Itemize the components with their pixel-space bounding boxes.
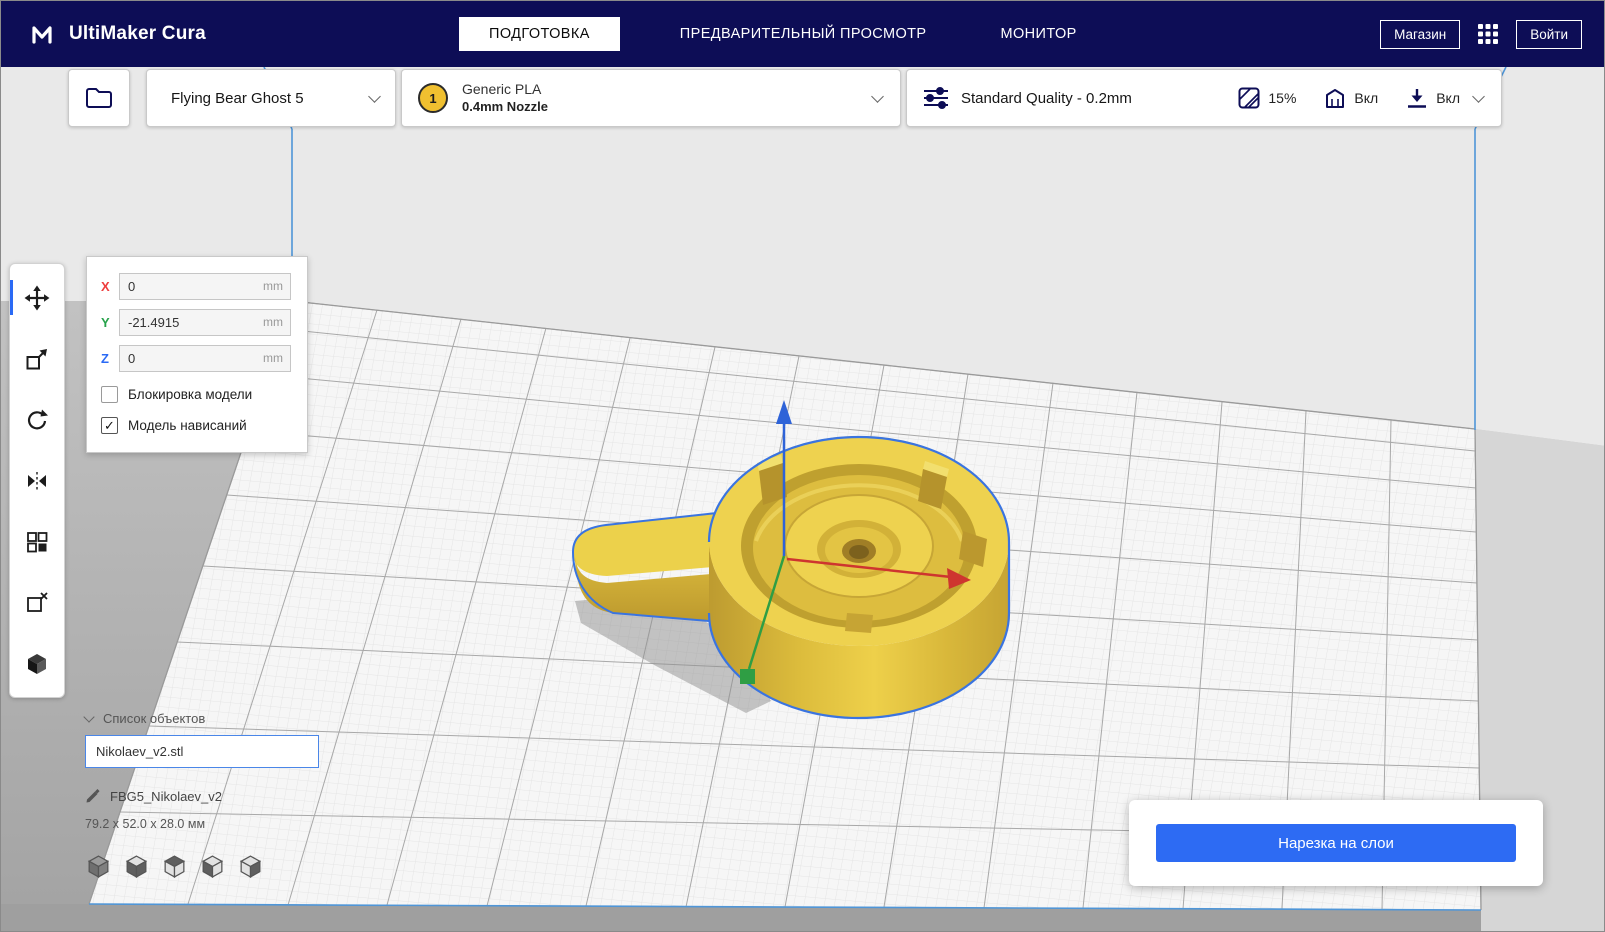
tab-prepare[interactable]: ПОДГОТОВКА xyxy=(459,17,620,51)
view-presets xyxy=(85,853,319,880)
model-dimensions: 79.2 x 52.0 x 28.0 мм xyxy=(85,817,206,831)
y-unit-label: mm xyxy=(263,315,283,329)
view-3d-icon[interactable] xyxy=(85,853,112,880)
app-logo: UltiMaker Cura xyxy=(27,22,206,46)
adhesion-value: Вкл xyxy=(1436,90,1460,106)
pencil-icon xyxy=(86,789,100,803)
header: UltiMaker Cura ПОДГОТОВКА ПРЕДВАРИТЕЛЬНЫ… xyxy=(1,1,1604,67)
adhesion-setting: Вкл xyxy=(1406,87,1460,109)
infill-icon xyxy=(1238,87,1260,109)
move-icon xyxy=(24,285,50,310)
object-list-title: Список объектов xyxy=(103,711,206,726)
profile-label: Standard Quality - 0.2mm xyxy=(961,89,1132,107)
cura-window: UltiMaker Cura ПОДГОТОВКА ПРЕДВАРИТЕЛЬНЫ… xyxy=(0,0,1605,932)
app-title: UltiMaker Cura xyxy=(69,23,206,44)
tool-rotate[interactable] xyxy=(10,389,64,450)
mirror-icon xyxy=(28,471,46,490)
material-info: Generic PLA 0.4mm Nozzle xyxy=(462,81,548,115)
slice-panel: Нарезка на слои xyxy=(1129,800,1543,886)
tab-preview[interactable]: ПРЕДВАРИТЕЛЬНЫЙ ПРОСМОТР xyxy=(666,17,941,51)
slice-button[interactable]: Нарезка на слои xyxy=(1156,824,1516,862)
scale-icon xyxy=(26,348,47,369)
support-blocker-icon xyxy=(27,591,48,612)
lock-model-label: Блокировка модели xyxy=(128,387,253,402)
support-value: Вкл xyxy=(1354,90,1379,106)
view-top-icon[interactable] xyxy=(161,853,188,880)
rotate-icon xyxy=(27,409,48,429)
view-left-icon[interactable] xyxy=(199,853,226,880)
header-right: Магазин Войти xyxy=(1380,1,1582,67)
ultimaker-logo-icon xyxy=(32,26,52,44)
marketplace-button[interactable]: Магазин xyxy=(1380,19,1461,49)
support-icon xyxy=(1326,89,1345,108)
z-axis-row: Z mm xyxy=(101,345,291,372)
x-axis-label: X xyxy=(101,279,110,294)
object-list-item[interactable]: Nikolaev_v2.stl xyxy=(85,735,319,768)
lock-model-row: Блокировка модели xyxy=(101,386,291,403)
tab-monitor[interactable]: МОНИТОР xyxy=(987,17,1091,51)
infill-value: 15% xyxy=(1268,90,1297,106)
tool-move[interactable] xyxy=(10,267,64,328)
collapse-chevron-icon xyxy=(83,711,95,723)
tool-extensions[interactable] xyxy=(10,633,64,694)
tool-mirror[interactable] xyxy=(10,450,64,511)
chevron-down-icon xyxy=(368,89,381,103)
nozzle-size: 0.4mm Nozzle xyxy=(462,98,548,114)
z-unit-label: mm xyxy=(263,351,283,365)
cube-icon xyxy=(28,653,46,674)
drop-model-row: ✓ Модель нависаний xyxy=(101,417,291,434)
print-settings-selector[interactable]: Standard Quality - 0.2mm 15% Вкл Вкл xyxy=(906,69,1502,127)
chevron-down-icon xyxy=(871,89,884,103)
z-axis-label: Z xyxy=(101,351,109,366)
material-name: Generic PLA xyxy=(462,81,542,98)
per-model-settings-icon xyxy=(27,531,48,552)
check-icon: ✓ xyxy=(104,418,115,433)
lock-model-checkbox[interactable] xyxy=(101,386,118,403)
open-file-button[interactable] xyxy=(68,69,130,127)
material-selector[interactable]: 1 Generic PLA 0.4mm Nozzle xyxy=(401,69,901,127)
stage-tabs: ПОДГОТОВКА ПРЕДВАРИТЕЛЬНЫЙ ПРОСМОТР МОНИ… xyxy=(459,1,1091,67)
adhesion-icon xyxy=(1408,89,1427,108)
printer-selector[interactable]: Flying Bear Ghost 5 xyxy=(146,69,396,127)
view-front-icon[interactable] xyxy=(123,853,150,880)
job-name-row[interactable]: FBG5_Nikolaev_v2 xyxy=(85,788,319,804)
extruder-badge: 1 xyxy=(418,83,448,113)
move-tool-panel: X mm Y mm Z mm Блокировка модели xyxy=(86,256,308,453)
tool-support-blocker[interactable] xyxy=(10,572,64,633)
drop-model-label: Модель нависаний xyxy=(128,418,247,433)
x-axis-row: X mm xyxy=(101,273,291,300)
object-list: Список объектов Nikolaev_v2.stl FBG5_Nik… xyxy=(83,711,319,880)
apps-grid-icon[interactable] xyxy=(1476,22,1500,46)
support-setting: Вкл xyxy=(1324,87,1378,109)
chevron-down-icon xyxy=(1472,89,1485,103)
infill-setting: 15% xyxy=(1238,87,1296,109)
tool-per-model-settings[interactable] xyxy=(10,511,64,572)
drop-model-checkbox[interactable]: ✓ xyxy=(101,417,118,434)
printer-name: Flying Bear Ghost 5 xyxy=(171,89,304,107)
folder-icon xyxy=(86,88,112,108)
sign-in-button[interactable]: Войти xyxy=(1516,19,1582,49)
job-name: FBG5_Nikolaev_v2 xyxy=(110,788,222,804)
y-axis-label: Y xyxy=(101,315,110,330)
sliders-icon xyxy=(924,87,948,109)
tool-sidebar xyxy=(9,263,65,698)
object-list-header[interactable]: Список объектов xyxy=(83,711,319,726)
y-axis-row: Y mm xyxy=(101,309,291,336)
view-right-icon[interactable] xyxy=(237,853,264,880)
tool-scale[interactable] xyxy=(10,328,64,389)
x-unit-label: mm xyxy=(263,279,283,293)
